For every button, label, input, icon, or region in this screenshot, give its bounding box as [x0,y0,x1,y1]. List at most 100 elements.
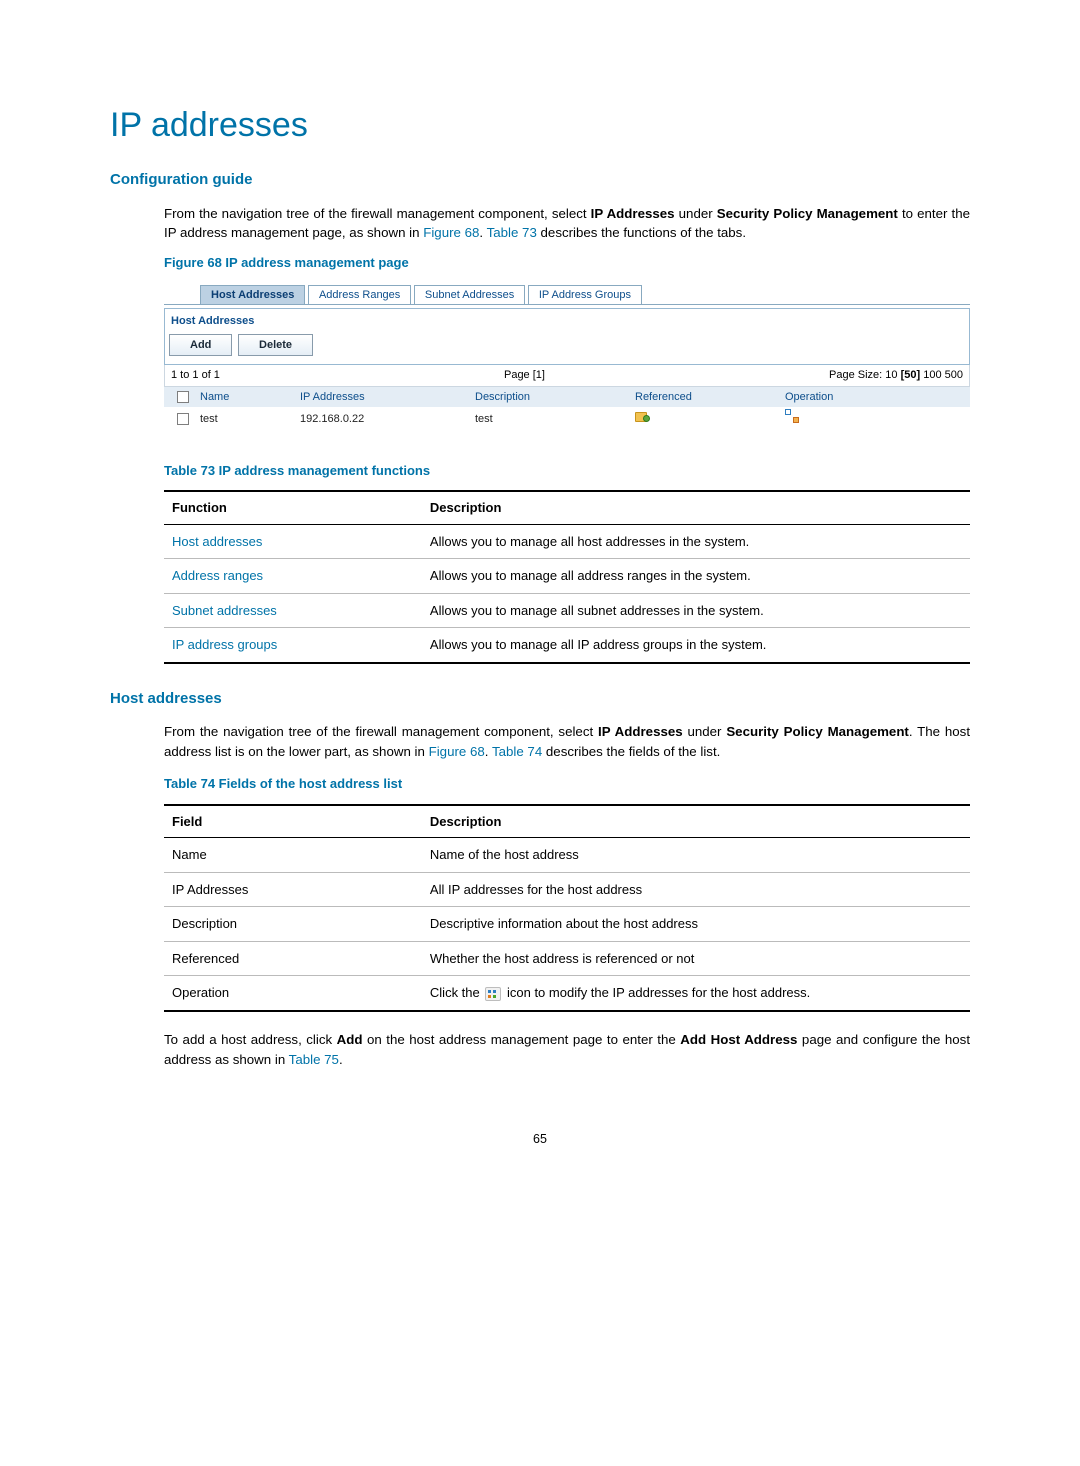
t74-desc-operation: Click the icon to modify the IP addresse… [422,976,970,1011]
txt: describes the fields of the list. [542,744,720,759]
t73-desc: Allows you to manage all address ranges … [422,559,970,594]
figure-68-screenshot: Host Addresses Address Ranges Subnet Add… [164,281,970,431]
link-ip-address-groups[interactable]: IP address groups [172,637,277,652]
cell-name: test [200,411,300,428]
t74-field: Referenced [164,941,422,976]
t73-desc: Allows you to manage all IP address grou… [422,628,970,663]
t73-desc: Allows you to manage all host addresses … [422,524,970,559]
table-73: Function Description Host addresses Allo… [164,490,970,664]
pager-row: 1 to 1 of 1 Page [1] Page Size: 10 [50] … [164,365,970,387]
txt: icon to modify the IP addresses for the … [503,985,810,1000]
table-row: Operation Click the icon to modify the I… [164,976,970,1011]
link-host-addresses[interactable]: Host addresses [172,534,262,549]
cell-description: test [475,411,635,428]
link-address-ranges[interactable]: Address ranges [172,568,263,583]
txt: To add a host address, click [164,1032,337,1047]
txt-ip-addresses: IP Addresses [591,206,675,221]
table-row: Referenced Whether the host address is r… [164,941,970,976]
host-addresses-text: From the navigation tree of the firewall… [164,722,970,762]
list-header-row: Name IP Addresses Description Referenced… [164,387,970,408]
host-addresses-heading: Host addresses [110,688,970,711]
t74-field: Name [164,838,422,873]
table-73-caption: Table 73 IP address management functions [164,461,970,481]
delete-button[interactable]: Delete [238,334,313,357]
tab-address-ranges[interactable]: Address Ranges [308,285,411,306]
table-74-caption: Table 74 Fields of the host address list [164,774,970,794]
txt-security-policy: Security Policy Management [717,206,898,221]
table-row: Host addresses Allows you to manage all … [164,524,970,559]
page-size-500[interactable]: 500 [945,369,963,381]
txt: under [675,206,717,221]
t74-field: Description [164,907,422,942]
modify-icon[interactable] [785,409,799,423]
txt: on the host address management page to e… [362,1032,680,1047]
txt: . [479,225,486,240]
table-row: IP Addresses All IP addresses for the ho… [164,872,970,907]
t74-desc: Whether the host address is referenced o… [422,941,970,976]
table-row: test 192.168.0.22 test [164,407,970,431]
cell-ip: 192.168.0.22 [300,411,475,428]
panel-section-label: Host Addresses [169,313,965,334]
table-74: Field Description Name Name of the host … [164,804,970,1012]
host-addresses-panel: Host Addresses Add Delete [164,308,970,365]
col-name-header[interactable]: Name [200,389,300,406]
txt: From the navigation tree of the firewall… [164,724,598,739]
col-operation-header[interactable]: Operation [785,389,968,406]
table-row: Name Name of the host address [164,838,970,873]
t74-header-description: Description [422,805,970,838]
t74-header-field: Field [164,805,422,838]
txt-add: Add [337,1032,363,1047]
col-ip-header[interactable]: IP Addresses [300,389,475,406]
t73-header-description: Description [422,491,970,524]
col-referenced-header[interactable]: Referenced [635,389,785,406]
txt: under [683,724,727,739]
referenced-icon[interactable] [635,410,649,422]
t73-desc: Allows you to manage all subnet addresse… [422,593,970,628]
link-figure-68[interactable]: Figure 68 [423,225,479,240]
txt-add-host-address: Add Host Address [680,1032,797,1047]
link-figure-68[interactable]: Figure 68 [429,744,485,759]
page-title: IP addresses [110,100,970,151]
t74-desc: Name of the host address [422,838,970,873]
page-size-10[interactable]: 10 [885,369,897,381]
col-desc-header[interactable]: Description [475,389,635,406]
link-subnet-addresses[interactable]: Subnet addresses [172,603,277,618]
link-table-73[interactable]: Table 73 [487,225,537,240]
modify-icon [485,987,501,1001]
pager-page: Page [1] [504,367,545,384]
txt: describes the functions of the tabs. [537,225,746,240]
table-row: Subnet addresses Allows you to manage al… [164,593,970,628]
txt: Click the [430,985,483,1000]
link-table-75[interactable]: Table 75 [289,1052,339,1067]
page-size-50[interactable]: [50] [901,369,921,381]
table-row: Description Descriptive information abou… [164,907,970,942]
page-number: 65 [110,1130,970,1149]
table-row: Address ranges Allows you to manage all … [164,559,970,594]
txt-security-policy: Security Policy Management [726,724,909,739]
t74-desc: Descriptive information about the host a… [422,907,970,942]
pager-count: 1 to 1 of 1 [171,367,220,384]
link-table-74[interactable]: Table 74 [492,744,542,759]
t74-field-operation: Operation [164,976,422,1011]
config-guide-text: From the navigation tree of the firewall… [164,204,970,244]
txt: From the navigation tree of the firewall… [164,206,591,221]
row-checkbox[interactable] [177,413,189,425]
config-guide-heading: Configuration guide [110,169,970,192]
select-all-checkbox[interactable] [177,391,189,403]
tab-ip-address-groups[interactable]: IP Address Groups [528,285,642,306]
trailing-paragraph: To add a host address, click Add on the … [164,1030,970,1070]
tab-strip: Host Addresses Address Ranges Subnet Add… [164,281,970,306]
txt-ip-addresses: IP Addresses [598,724,683,739]
pager-size: Page Size: 10 [50] 100 500 [829,367,963,384]
figure-68-caption: Figure 68 IP address management page [164,253,970,273]
tab-subnet-addresses[interactable]: Subnet Addresses [414,285,525,306]
pager-size-label: Page Size: [829,369,882,381]
t73-header-function: Function [164,491,422,524]
t74-desc: All IP addresses for the host address [422,872,970,907]
page-size-100[interactable]: 100 [923,369,941,381]
t74-field: IP Addresses [164,872,422,907]
txt: . [339,1052,343,1067]
txt: . [485,744,492,759]
add-button[interactable]: Add [169,334,232,357]
tab-host-addresses[interactable]: Host Addresses [200,285,305,306]
